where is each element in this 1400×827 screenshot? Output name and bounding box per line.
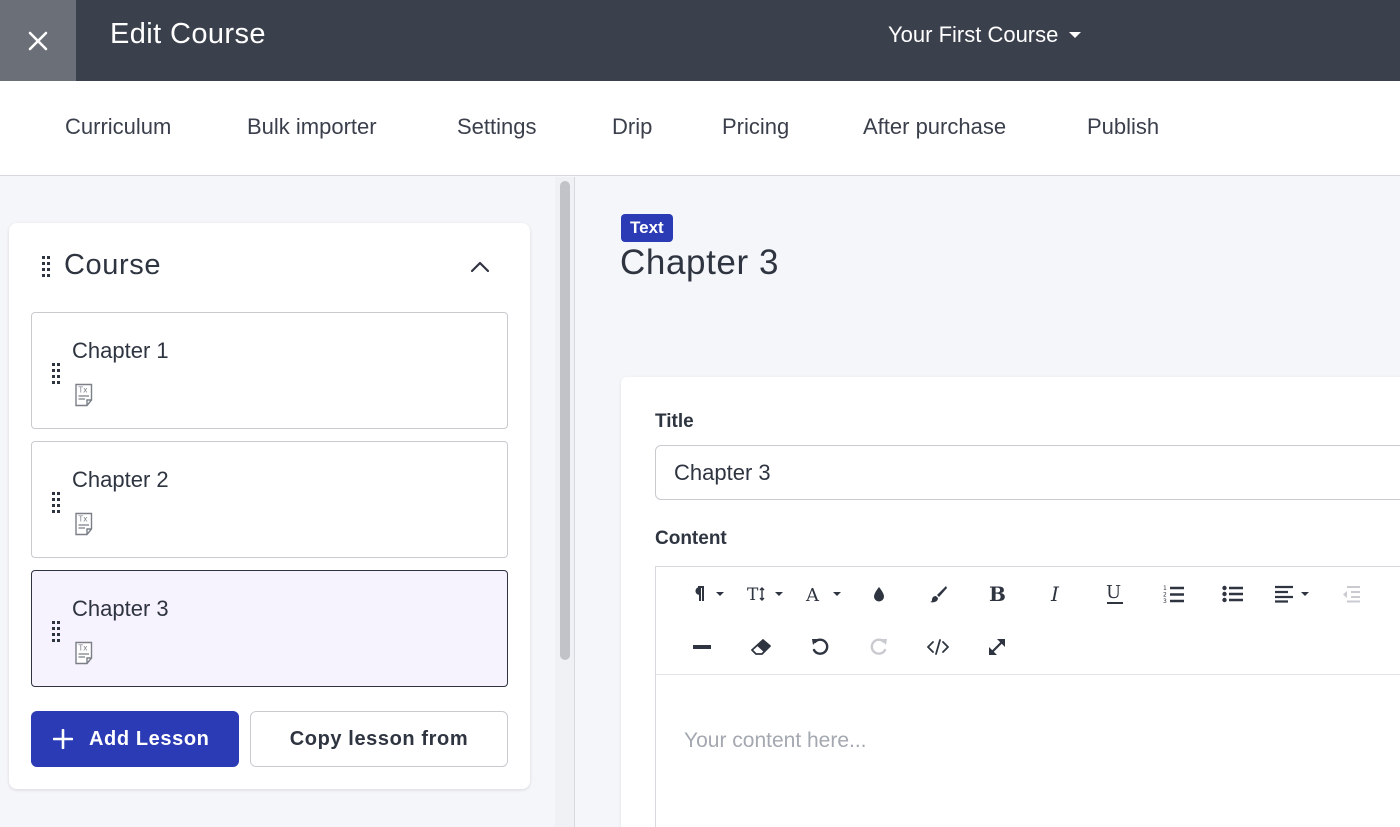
page-title: Edit Course [110,18,266,50]
svg-text:Tx: Tx [78,644,89,653]
tab-bulk-importer[interactable]: Bulk importer [247,114,377,140]
svg-text:I: I [1050,584,1060,604]
unordered-list-icon [1222,585,1243,603]
ordered-list-button[interactable]: 1 2 3 [1152,576,1196,612]
rich-text-toolbar: T A B I U 1 2 3 [656,567,1400,675]
italic-icon: I [1050,584,1060,604]
text-lesson-icon: Tx [75,512,93,536]
unordered-list-button[interactable] [1211,576,1255,612]
copy-lesson-button[interactable]: Copy lesson from [250,711,508,767]
text-color-button[interactable] [857,576,901,612]
drag-handle-icon[interactable] [40,254,52,278]
course-selector-label: Your First Course [888,22,1059,47]
font-size-icon: T [747,585,783,603]
drag-handle-icon[interactable] [50,491,62,513]
tab-pricing[interactable]: Pricing [722,114,789,140]
paragraph-format-icon [695,586,724,601]
align-icon [1275,585,1309,603]
outdent-icon [1343,586,1360,603]
redo-button[interactable] [857,629,901,665]
align-button[interactable] [1269,576,1319,612]
undo-icon [812,638,829,655]
clear-formatting-button[interactable] [739,629,783,665]
fullscreen-icon [989,639,1005,655]
svg-text:3: 3 [1163,598,1167,604]
fullscreen-button[interactable] [975,629,1019,665]
code-view-button[interactable] [916,629,960,665]
course-selector[interactable]: Your First Course [888,22,1082,48]
bold-icon: B [989,584,1006,604]
underline-icon: U [1106,583,1123,604]
lesson-item[interactable]: Chapter 2 Tx [31,441,508,558]
svg-text:Tx: Tx [78,515,89,524]
lesson-item[interactable]: Chapter 1 Tx [31,312,508,429]
drag-handle-icon[interactable] [50,620,62,642]
ordered-list-icon: 1 2 3 [1163,585,1184,604]
add-lesson-label: Add Lesson [89,727,210,750]
paragraph-format-button[interactable] [684,576,732,612]
horizontal-line-button[interactable] [680,629,724,665]
tab-publish[interactable]: Publish [1087,114,1159,140]
lesson-name: Chapter 2 [72,467,169,492]
lesson-type-badge: Text [621,214,673,242]
top-bar: Edit Course Your First Course [0,0,1400,81]
redo-icon [870,638,887,655]
brush-icon [930,586,947,603]
horizontal-line-icon [693,645,711,649]
content-field-label: Content [655,528,727,549]
font-family-button[interactable]: A [801,576,849,612]
caret-down-icon [1069,32,1082,38]
add-lesson-button[interactable]: Add Lesson [31,711,239,767]
title-field-label: Title [655,411,694,432]
lesson-name: Chapter 3 [72,596,169,621]
underline-button[interactable]: U [1093,576,1137,612]
close-button[interactable] [0,0,76,81]
close-icon [28,31,48,50]
chevron-up-icon [470,261,490,273]
content-placeholder[interactable]: Your content here... [684,729,867,753]
svg-text:Tx: Tx [78,386,89,395]
font-family-icon: A [805,585,841,603]
plus-icon [53,729,73,749]
outdent-button[interactable] [1328,576,1372,612]
text-color-icon [874,587,884,602]
text-lesson-icon: Tx [75,641,93,665]
bold-button[interactable]: B [975,576,1019,612]
tab-drip[interactable]: Drip [612,114,652,140]
background-color-button[interactable] [916,576,960,612]
undo-button[interactable] [798,629,842,665]
copy-lesson-label: Copy lesson from [289,727,469,750]
lesson-item-selected[interactable]: Chapter 3 Tx [31,570,508,687]
tab-after-purchase[interactable]: After purchase [863,114,1006,140]
drag-handle-icon[interactable] [50,362,62,384]
tab-settings[interactable]: Settings [457,114,537,140]
svg-text:B: B [989,584,1006,604]
text-lesson-icon: Tx [75,383,93,407]
section-title: Course [64,249,162,281]
scrollbar-thumb[interactable] [560,181,570,660]
italic-button[interactable]: I [1034,576,1078,612]
title-input[interactable] [655,445,1400,500]
font-size-button[interactable]: T [742,576,790,612]
clear-formatting-icon [751,639,771,655]
tab-bar: Curriculum Bulk importer Settings Drip P… [0,81,1400,176]
svg-text:T: T [747,585,759,603]
lesson-heading: Chapter 3 [620,243,780,282]
tab-curriculum[interactable]: Curriculum [65,114,171,140]
svg-text:U: U [1106,583,1121,603]
lesson-name: Chapter 1 [72,338,169,363]
svg-text:A: A [805,585,820,603]
code-view-icon [927,639,949,655]
collapse-section-button[interactable] [465,252,495,282]
rich-text-editor: T A B I U 1 2 3 Your content here... [655,566,1400,827]
